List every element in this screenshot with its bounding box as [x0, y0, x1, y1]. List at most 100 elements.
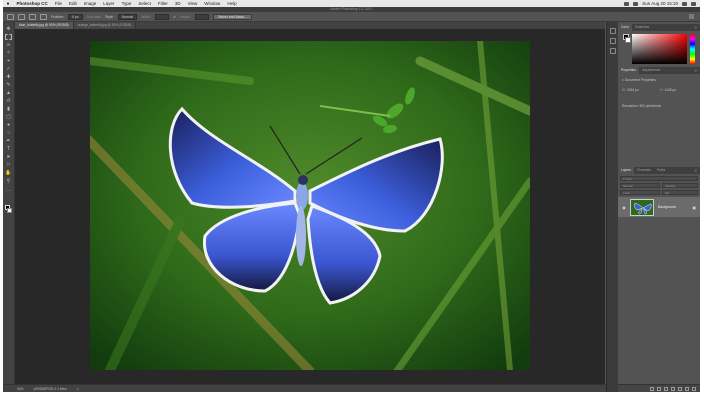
width-input[interactable]: [155, 13, 170, 20]
rectangle-tool-icon[interactable]: □: [5, 162, 12, 168]
butterfly-photo[interactable]: [90, 41, 530, 370]
feather-input[interactable]: 0 px: [68, 13, 83, 20]
color-picker-field[interactable]: [632, 34, 687, 64]
height-label: Height:: [179, 14, 192, 19]
properties-height-value[interactable]: 1448 px: [664, 88, 676, 92]
menu-filter[interactable]: Filter: [154, 1, 171, 6]
height-input[interactable]: [195, 13, 210, 20]
tab-orange-butterfly[interactable]: orange_butterfly.jpg @ 50% (RGB/8): [73, 22, 137, 29]
type-tool-icon[interactable]: T: [5, 146, 12, 152]
quick-selection-tool-icon[interactable]: ✧: [5, 50, 12, 56]
tab-color[interactable]: Color: [618, 24, 632, 31]
menu-type[interactable]: Type: [118, 1, 135, 6]
wifi-icon[interactable]: [624, 1, 630, 6]
menu-layer[interactable]: Layer: [100, 1, 118, 6]
layer-row-background[interactable]: ◉ Background ▣: [618, 197, 700, 217]
history-panel-icon[interactable]: [610, 28, 616, 34]
style-select[interactable]: Normal: [117, 13, 138, 20]
eyedropper-tool-icon[interactable]: ✓: [5, 66, 12, 72]
notifications-icon[interactable]: [691, 1, 696, 6]
tab-paths[interactable]: Paths: [654, 167, 668, 174]
background-color-swatch[interactable]: [7, 208, 12, 213]
swap-icon[interactable]: ⇄: [173, 15, 176, 19]
lasso-tool-icon[interactable]: ∞: [5, 42, 12, 48]
tab-swatches[interactable]: Swatches: [632, 24, 652, 31]
fill-control[interactable]: Fill:: [662, 190, 698, 195]
blur-tool-icon[interactable]: ●: [5, 122, 12, 128]
menu-clock[interactable]: Sun Aug 20 15:10: [642, 1, 678, 6]
menu-select[interactable]: Select: [135, 1, 155, 6]
blend-mode-select[interactable]: Normal: [620, 183, 660, 188]
more-tools-icon[interactable]: ⋯: [5, 188, 12, 194]
move-tool-icon[interactable]: ✥: [5, 26, 12, 32]
add-selection-icon[interactable]: [29, 13, 36, 20]
visibility-eye-icon[interactable]: ◉: [621, 205, 627, 210]
tab-adjustments[interactable]: Adjustments: [639, 67, 663, 74]
pen-tool-icon[interactable]: ✒: [5, 138, 12, 144]
character-panel-icon[interactable]: [610, 48, 616, 54]
layer-name[interactable]: Background: [658, 205, 676, 209]
color-panel-menu-icon[interactable]: ≡: [695, 25, 697, 30]
healing-brush-tool-icon[interactable]: ✚: [5, 74, 12, 80]
hand-tool-icon[interactable]: ✋: [5, 170, 12, 176]
workspace-icon[interactable]: [689, 14, 694, 19]
layer-filter-kind[interactable]: P Kind: [623, 177, 632, 181]
color-panel-background-swatch[interactable]: [625, 37, 631, 43]
lock-controls[interactable]: Lock:: [620, 190, 660, 195]
opacity-control[interactable]: Opacity:: [662, 183, 698, 188]
menu-help[interactable]: Help: [224, 1, 240, 6]
tab-blue-butterfly[interactable]: blue_butterfly.jpg @ 50% (RGB/8): [15, 22, 74, 29]
menu-window[interactable]: Window: [201, 1, 224, 6]
zoom-level[interactable]: 50%: [17, 387, 24, 391]
layer-filter[interactable]: P Kind: [620, 176, 698, 181]
delete-layer-icon[interactable]: [692, 386, 696, 391]
menu-image[interactable]: Image: [80, 1, 100, 6]
tab-channels[interactable]: Channels: [634, 167, 654, 174]
canvas-area[interactable]: [15, 29, 605, 384]
tab-properties[interactable]: Properties: [618, 67, 640, 74]
eraser-tool-icon[interactable]: ▮: [5, 106, 12, 112]
menu-file[interactable]: File: [51, 1, 65, 6]
adjustment-layer-icon[interactable]: [671, 386, 675, 391]
dodge-tool-icon[interactable]: ○: [5, 130, 12, 136]
zoom-tool-icon[interactable]: ⚲: [5, 178, 12, 184]
properties-resolution: Resolution: 300 pixels/inch: [622, 104, 662, 108]
brush-tool-icon[interactable]: ✎: [5, 82, 12, 88]
blend-mode-value[interactable]: Normal: [623, 184, 633, 188]
crop-tool-icon[interactable]: ⌖: [5, 58, 12, 64]
tab-layers[interactable]: Layers: [618, 167, 634, 174]
properties-panel-menu-icon[interactable]: ≡: [695, 68, 697, 73]
menu-3d[interactable]: 3D: [171, 1, 184, 6]
new-group-icon[interactable]: [678, 386, 682, 391]
apple-icon[interactable]: ●: [3, 1, 13, 7]
rectangular-marquee-tool-icon[interactable]: [5, 34, 12, 40]
new-layer-icon[interactable]: [685, 386, 689, 391]
spotlight-icon[interactable]: [682, 1, 687, 6]
document-size[interactable]: pRGB/8/RGB 2.1 Mem: [34, 387, 68, 391]
battery-icon[interactable]: [633, 1, 639, 6]
link-layers-icon[interactable]: [650, 386, 654, 391]
menu-app-name[interactable]: Photoshop CC: [13, 1, 51, 6]
history-brush-tool-icon[interactable]: ↺: [5, 98, 12, 104]
properties-width-value[interactable]: 2264 px: [627, 88, 639, 92]
select-and-mask-button[interactable]: Select and Mask...: [213, 13, 252, 20]
clone-stamp-tool-icon[interactable]: ▲: [5, 90, 12, 96]
new-selection-icon[interactable]: [18, 13, 25, 20]
add-mask-icon[interactable]: [664, 386, 668, 391]
subtract-selection-icon[interactable]: [40, 13, 47, 20]
document-tabs: blue_butterfly.jpg @ 50% (RGB/8) orange_…: [15, 22, 605, 29]
brush-panel-icon[interactable]: [610, 38, 616, 44]
path-selection-tool-icon[interactable]: ➤: [5, 154, 12, 160]
status-bar: 50% pRGB/8/RGB 2.1 Mem ▸: [3, 384, 606, 392]
status-menu-icon[interactable]: ▸: [77, 387, 79, 391]
document-canvas[interactable]: [90, 41, 530, 370]
menu-view[interactable]: View: [184, 1, 201, 6]
properties-width-label: W:: [622, 88, 626, 92]
layer-style-icon[interactable]: [657, 386, 661, 391]
menu-edit[interactable]: Edit: [66, 1, 81, 6]
marquee-tool-preset-icon[interactable]: [7, 13, 14, 20]
hue-slider[interactable]: [690, 34, 695, 64]
layers-panel-menu-icon[interactable]: ≡: [695, 168, 697, 173]
gradient-tool-icon[interactable]: ▢: [5, 114, 12, 120]
antialias-checkbox[interactable]: Anti-alias: [87, 15, 101, 19]
